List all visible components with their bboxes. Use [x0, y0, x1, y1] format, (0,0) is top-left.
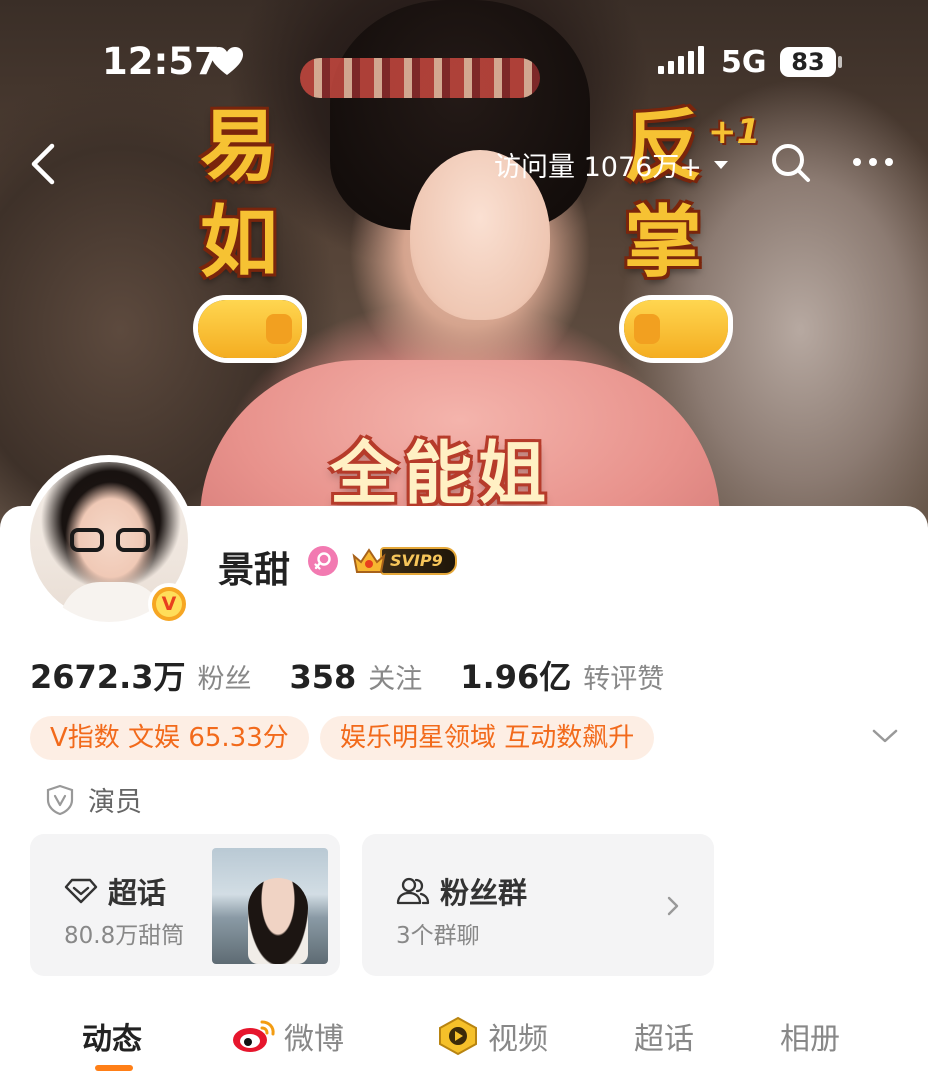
svip-label: SVIP9 — [380, 547, 457, 575]
profile-stats: 2672.3万 粉丝 358 关注 1.96亿 转评赞 — [30, 652, 702, 698]
back-icon[interactable] — [24, 140, 64, 188]
cover-banner: 全能姐 — [330, 435, 553, 514]
supertopic-subtitle: 80.8万甜筒 — [64, 923, 185, 949]
stat-label: 关注 — [368, 664, 423, 695]
cover-char: 如 — [200, 198, 279, 288]
stat-value: 358 — [289, 658, 357, 696]
search-icon[interactable] — [770, 142, 812, 184]
supertopic-card[interactable]: 超话 80.8万甜筒 — [30, 834, 340, 976]
fist-icon — [624, 300, 728, 358]
crown-icon — [352, 548, 386, 573]
stat-following[interactable]: 358 关注 — [290, 657, 423, 696]
trending-tag[interactable]: 娱乐明星领域 互动数飙升 — [320, 716, 655, 760]
female-icon — [308, 546, 338, 576]
profile-tab-bar: 动态 微博 视频 超话 相册 — [0, 1000, 928, 1078]
caret-down-icon — [713, 160, 728, 169]
stat-label: 粉丝 — [197, 664, 252, 695]
glasses-shape — [70, 528, 154, 554]
more-icon[interactable] — [853, 158, 893, 166]
battery-icon: 83 — [780, 47, 836, 77]
tab-label: 微博 — [284, 1022, 344, 1057]
visits-label: 访问量 1076万+ — [494, 152, 702, 183]
tab-feed[interactable]: 动态 — [82, 1014, 142, 1058]
fan-group-subtitle: 3个群聊 — [396, 923, 480, 949]
heart-icon — [211, 47, 243, 75]
tab-label: 视频 — [488, 1022, 548, 1057]
fan-group-title-row: 粉丝群 — [396, 870, 527, 912]
stat-label: 转评赞 — [583, 664, 665, 695]
stat-value: 1.96亿 — [460, 658, 572, 696]
fan-group-card[interactable]: 粉丝群 3个群聊 — [362, 834, 714, 976]
signal-icon — [658, 46, 704, 74]
status-time: 12:57 — [102, 40, 220, 83]
stat-interactions[interactable]: 1.96亿 转评赞 — [460, 652, 664, 698]
tab-label: 动态 — [82, 1022, 142, 1057]
stat-followers[interactable]: 2672.3万 粉丝 — [30, 652, 252, 698]
tab-supertopic[interactable]: 超话 — [634, 1014, 694, 1058]
weibo-icon — [233, 1020, 275, 1052]
visits-counter[interactable]: 访问量 1076万+ — [494, 145, 728, 184]
v-index-tag[interactable]: V指数 文娱 65.33分 — [30, 716, 309, 760]
fan-group-title: 粉丝群 — [440, 876, 528, 910]
thumbnail-person — [248, 878, 308, 964]
chevron-right-icon[interactable] — [666, 895, 680, 917]
battery-tip — [838, 56, 842, 68]
profile-name: 景甜 — [218, 550, 291, 591]
tab-weibo[interactable]: 微博 — [232, 1014, 344, 1058]
occupation-row: 演员 — [46, 780, 142, 819]
verified-v-icon: V — [148, 583, 190, 625]
network-label: 5G — [721, 45, 767, 80]
supertopic-title: 超话 — [108, 876, 167, 910]
cover-char: 掌 — [624, 198, 703, 288]
tab-video[interactable]: 视频 — [436, 1014, 548, 1058]
video-icon — [439, 1016, 477, 1056]
tab-album[interactable]: 相册 — [780, 1014, 840, 1058]
active-tab-indicator — [95, 1065, 133, 1071]
diamond-icon — [64, 878, 98, 904]
stat-value: 2672.3万 — [30, 658, 186, 696]
supertopic-thumbnail — [212, 848, 328, 964]
tab-label: 超话 — [634, 1022, 694, 1057]
tab-label: 相册 — [780, 1022, 840, 1057]
chevron-down-icon[interactable] — [872, 726, 898, 746]
verified-shield-icon — [46, 784, 74, 815]
cover-hair-ornament — [300, 58, 540, 98]
profile-cover[interactable]: 易 如 反 掌 +1 全能姐 12:57 5G 83 访问量 1076万+ — [0, 0, 928, 540]
people-icon — [396, 877, 430, 905]
supertopic-title-row: 超话 — [64, 870, 166, 912]
fist-icon — [198, 300, 302, 358]
occupation-label: 演员 — [88, 787, 142, 818]
svip-badge[interactable]: SVIP9 — [352, 546, 457, 576]
